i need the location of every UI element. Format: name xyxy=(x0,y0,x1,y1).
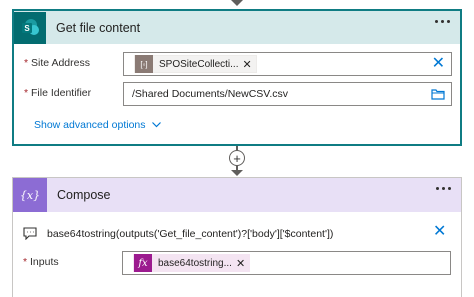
connector-arrow-top xyxy=(231,0,243,6)
connector-arrow-middle xyxy=(231,170,243,176)
file-identifier-value: /Shared Documents/NewCSV.csv xyxy=(132,88,289,100)
folder-icon[interactable] xyxy=(431,88,445,100)
sharepoint-icon: S xyxy=(14,11,46,44)
token-remove-icon[interactable]: ✕ xyxy=(236,257,249,270)
site-address-token[interactable]: [◦] SPOSiteCollecti... ✕ xyxy=(134,55,257,73)
dynamic-content-icon: [◦] xyxy=(135,55,153,73)
site-address-input[interactable]: [◦] SPOSiteCollecti... ✕ ✕ xyxy=(123,52,452,76)
show-advanced-options-link[interactable]: Show advanced options xyxy=(34,119,161,131)
get-file-content-card[interactable]: S Get file content * Site Address [◦] SP… xyxy=(12,9,462,146)
more-options-icon[interactable] xyxy=(436,187,451,190)
close-comment-icon[interactable]: ✕ xyxy=(433,224,446,240)
token-label: base64tostring... xyxy=(158,257,232,269)
token-remove-icon[interactable]: ✕ xyxy=(242,58,255,71)
chevron-down-icon xyxy=(151,122,161,128)
file-identifier-input[interactable]: /Shared Documents/NewCSV.csv xyxy=(123,82,452,106)
fx-icon: fx xyxy=(134,254,152,272)
comment-text[interactable]: base64tostring(outputs('Get_file_content… xyxy=(47,228,333,240)
inputs-expression-token[interactable]: fx base64tostring... ✕ xyxy=(133,254,251,272)
add-step-button[interactable]: + xyxy=(229,150,245,166)
card-title: Get file content xyxy=(56,20,141,35)
comment-icon xyxy=(23,227,37,240)
card-title: Compose xyxy=(57,188,111,202)
card-header[interactable]: S Get file content xyxy=(14,11,460,44)
site-address-label: * Site Address xyxy=(24,57,90,69)
more-options-icon[interactable] xyxy=(435,20,450,23)
comment-row: base64tostring(outputs('Get_file_content… xyxy=(23,227,333,240)
inputs-field[interactable]: fx base64tostring... ✕ xyxy=(122,251,451,275)
sharepoint-letter: S xyxy=(24,24,30,33)
card-header[interactable]: {x} Compose xyxy=(13,178,461,212)
compose-icon: {x} xyxy=(13,178,47,212)
clear-field-icon[interactable]: ✕ xyxy=(432,56,445,72)
inputs-label: * Inputs xyxy=(23,256,59,268)
compose-card[interactable]: {x} Compose base64tostring(outputs('Get_… xyxy=(12,177,462,297)
token-label: SPOSiteCollecti... xyxy=(159,58,239,70)
file-identifier-label: * File Identifier xyxy=(24,87,92,99)
